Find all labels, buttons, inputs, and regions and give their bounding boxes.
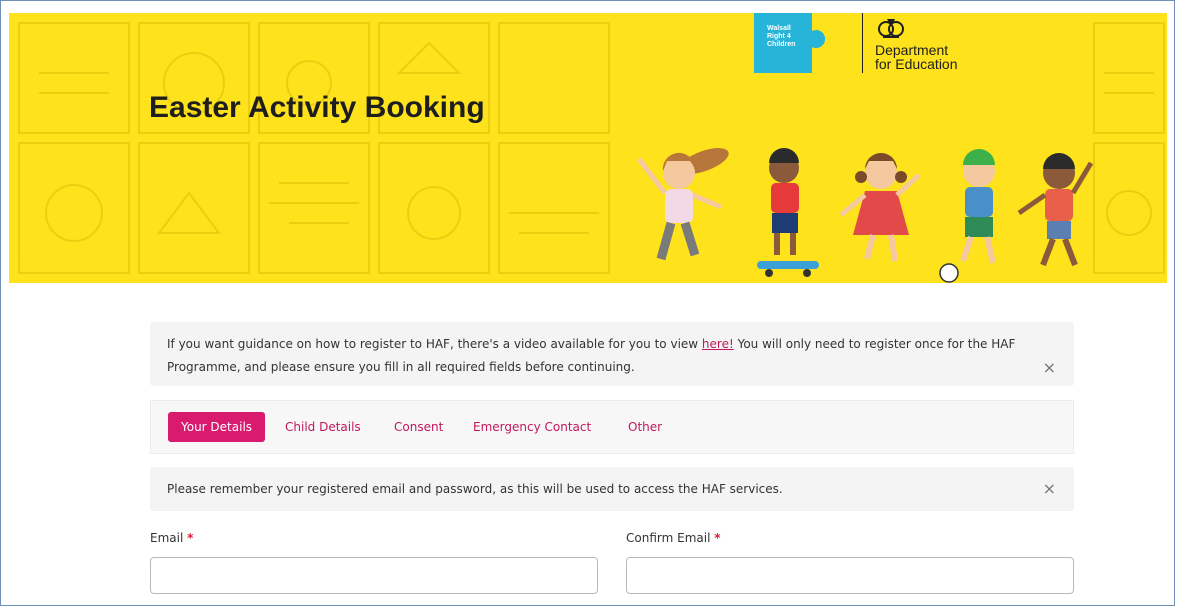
dfe-line1: Department xyxy=(875,42,949,58)
confirm-email-label: Confirm Email * xyxy=(626,531,721,545)
child-1 xyxy=(637,148,729,261)
child-4 xyxy=(939,149,996,283)
child-5 xyxy=(1017,153,1094,267)
required-marker: * xyxy=(714,531,721,545)
guidance-text-start: If you want guidance on how to register … xyxy=(167,337,702,351)
email-label-text: Email xyxy=(150,531,184,545)
required-marker: * xyxy=(187,531,194,545)
tab-your-details[interactable]: Your Details xyxy=(168,412,266,442)
walsall-logo-text: Walsall Right 4 Children xyxy=(767,25,796,48)
child-3 xyxy=(839,153,921,262)
logo-divider xyxy=(862,13,863,73)
confirm-email-field[interactable] xyxy=(626,557,1074,594)
guidance-video-link[interactable]: here! xyxy=(702,337,734,351)
tab-emergency-contact[interactable]: Emergency Contact xyxy=(473,412,591,442)
reminder-text: Please remember your registered email an… xyxy=(167,482,783,496)
tab-consent[interactable]: Consent xyxy=(394,412,443,442)
form-tabs: Your Details Child Details Consent Emerg… xyxy=(150,400,1074,454)
tab-child-details[interactable]: Child Details xyxy=(285,412,361,442)
email-label: Email * xyxy=(150,531,193,545)
close-icon[interactable]: × xyxy=(1043,356,1056,379)
tab-other[interactable]: Other xyxy=(628,412,662,442)
reminder-alert: Please remember your registered email an… xyxy=(150,467,1074,511)
child-2 xyxy=(757,148,819,277)
page-title: Easter Activity Booking xyxy=(149,91,485,124)
close-icon[interactable]: × xyxy=(1043,467,1056,511)
guidance-alert: If you want guidance on how to register … xyxy=(150,322,1074,386)
confirm-email-label-text: Confirm Email xyxy=(626,531,711,545)
email-field[interactable] xyxy=(150,557,598,594)
header-banner: Easter Activity Booking Walsall Right 4 … xyxy=(9,13,1167,283)
children-illustration xyxy=(637,148,1094,283)
dfe-logo-text: Department for Education xyxy=(875,43,1005,71)
dfe-line2: for Education xyxy=(875,56,958,72)
crest-icon xyxy=(878,19,904,38)
